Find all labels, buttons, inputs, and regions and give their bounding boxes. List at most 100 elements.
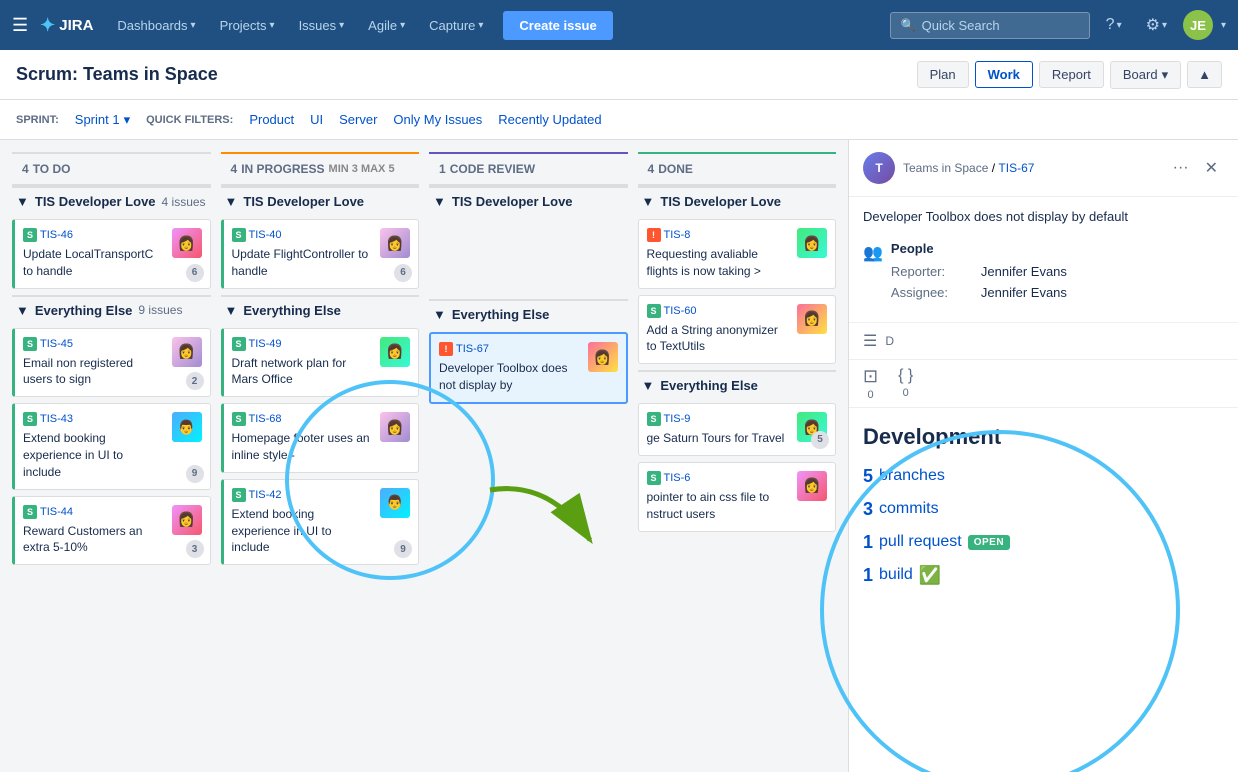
quick-search-box[interactable]: 🔍 Quick Search (890, 12, 1090, 39)
swimlane-everything-else-inprogress[interactable]: ▼ Everything Else (221, 295, 420, 324)
card-avatar: 👩 (380, 412, 410, 442)
detail-issue-title: Developer Toolbox does not display by de… (849, 197, 1238, 233)
detail-issue-id[interactable]: TIS-67 (998, 161, 1034, 175)
build-row[interactable]: 1 build ✅ (863, 565, 1224, 586)
chevron-down-icon: ▾ (191, 20, 196, 31)
card-badge: 9 (186, 465, 204, 483)
issue-type-icon: S (232, 337, 246, 351)
card-tis-60[interactable]: S TIS-60 Add a String anonymizer to Text… (638, 295, 837, 365)
card-id: S TIS-44 (23, 505, 162, 519)
issue-type-icon: S (23, 337, 37, 351)
card-avatar: 👩 (797, 304, 827, 334)
card-tis-40[interactable]: S TIS-40 Update FlightController to hand… (221, 219, 420, 289)
card-tis-6[interactable]: S TIS-6 pointer to ain css file to nstru… (638, 462, 837, 532)
issue-type-icon: S (232, 228, 246, 242)
column-done-header: 4 Done (638, 152, 837, 186)
top-navigation: ☰ ✦ JIRA Dashboards ▾ Projects ▾ Issues … (0, 0, 1238, 50)
card-title: Reward Customers an extra 5-10% (23, 523, 162, 557)
swimlane-title: Everything Else (660, 378, 758, 393)
project-title: Scrum: Teams in Space (16, 64, 218, 85)
swimlane-everything-else-header[interactable]: ▼ Everything Else 9 issues (12, 295, 211, 324)
search-icon: 🔍 (901, 18, 916, 32)
filter-recently-updated[interactable]: Recently Updated (498, 110, 601, 129)
board-view-button[interactable]: Board ▾ (1110, 61, 1181, 89)
card-tis-46[interactable]: S TIS-46 Update LocalTransportC to handl… (12, 219, 211, 289)
column-done: 4 Done ▼ TIS Developer Love ! TIS-8 (638, 152, 837, 772)
jira-logo[interactable]: ✦ JIRA (40, 15, 93, 36)
nav-dashboards[interactable]: Dashboards ▾ (109, 12, 203, 39)
card-avatar: 👨 (380, 488, 410, 518)
work-view-button[interactable]: Work (975, 61, 1033, 88)
report-view-button[interactable]: Report (1039, 61, 1104, 88)
filter-ui[interactable]: UI (310, 110, 323, 129)
chevron-down-icon: ▾ (124, 112, 131, 128)
issue-type-icon: S (647, 304, 661, 318)
plan-view-button[interactable]: Plan (917, 61, 969, 88)
swimlane-dev-love-codereview[interactable]: ▼ TIS Developer Love (429, 186, 628, 215)
card-id-text: TIS-6 (664, 472, 691, 484)
swimlane-everything-else-codereview[interactable]: ▼ Everything Else (429, 299, 628, 328)
chevron-down-icon: ▼ (16, 303, 29, 318)
nav-capture[interactable]: Capture ▾ (421, 12, 491, 39)
swimlane-dev-love-done[interactable]: ▼ TIS Developer Love (638, 186, 837, 215)
sprint-selector[interactable]: Sprint 1 ▾ (75, 112, 130, 128)
card-tis-68[interactable]: S TIS-68 Homepage footer uses an inline … (221, 403, 420, 473)
pull-request-row[interactable]: 1 pull request OPEN (863, 532, 1224, 553)
settings-button[interactable]: ⚙ ▾ (1138, 9, 1175, 41)
column-codereview: 1 Code Review ▼ TIS Developer Love ▼ Eve… (429, 152, 628, 772)
card-id-text: TIS-43 (40, 413, 73, 425)
swimlane-everything-else-done[interactable]: ▼ Everything Else (638, 370, 837, 399)
card-tis-44[interactable]: S TIS-44 Reward Customers an extra 5-10%… (12, 496, 211, 566)
commits-row[interactable]: 3 commits (863, 499, 1224, 520)
card-tis-9[interactable]: S TIS-9 ge Saturn Tours for Travel 👩 5 (638, 403, 837, 456)
avatar-caret: ▾ (1221, 20, 1226, 31)
card-tis-67[interactable]: ! TIS-67 Developer Toolbox does not disp… (429, 332, 628, 404)
card-badge: 3 (186, 540, 204, 558)
detail-section-d: D (885, 334, 894, 348)
hamburger-menu[interactable]: ☰ (12, 15, 28, 36)
filter-product[interactable]: Product (249, 110, 294, 129)
issue-type-icon: S (232, 488, 246, 502)
swimlane-title: TIS Developer Love (243, 194, 364, 209)
card-avatar: 👩 (172, 337, 202, 367)
nav-projects[interactable]: Projects ▾ (212, 12, 283, 39)
card-id-text: TIS-44 (40, 506, 73, 518)
chevron-down-icon: ▾ (400, 20, 405, 31)
logo-text: JIRA (59, 17, 93, 34)
more-actions-button[interactable]: ··· (1167, 155, 1195, 181)
card-id: S TIS-9 (647, 412, 788, 426)
board-area: 4 To Do ▼ TIS Developer Love 4 issues S … (0, 140, 1238, 772)
create-issue-button[interactable]: Create issue (503, 11, 612, 40)
card-tis-43[interactable]: S TIS-43 Extend booking experience in UI… (12, 403, 211, 489)
card-avatar: 👨 (172, 412, 202, 442)
filter-server[interactable]: Server (339, 110, 377, 129)
project-sub-header: Scrum: Teams in Space Plan Work Report B… (0, 50, 1238, 100)
branches-row[interactable]: 5 branches (863, 466, 1224, 487)
chevron-down-icon: ▾ (1162, 67, 1169, 83)
filter-only-my-issues[interactable]: Only My Issues (393, 110, 482, 129)
card-id: S TIS-45 (23, 337, 162, 351)
project-avatar: T (863, 152, 895, 184)
issue-type-icon: S (23, 412, 37, 426)
card-tis-8[interactable]: ! TIS-8 Requesting avaliable flights is … (638, 219, 837, 289)
user-avatar[interactable]: JE (1183, 10, 1213, 40)
swimlane-count: 4 issues (162, 195, 206, 209)
card-id: S TIS-6 (647, 471, 788, 485)
card-tis-49[interactable]: S TIS-49 Draft network plan for Mars Off… (221, 328, 420, 398)
card-tis-42[interactable]: S TIS-42 Extend booking experience in UI… (221, 479, 420, 565)
detail-panel-header: T Teams in Space / TIS-67 ··· ✕ (849, 140, 1238, 197)
columns-area: 4 To Do ▼ TIS Developer Love 4 issues S … (0, 140, 848, 772)
swimlane-dev-love-in-progress[interactable]: ▼ TIS Developer Love (221, 186, 420, 215)
collapse-button[interactable]: ▲ (1187, 61, 1222, 88)
card-tis-45[interactable]: S TIS-45 Email non registered users to s… (12, 328, 211, 398)
nav-issues[interactable]: Issues ▾ (291, 12, 353, 39)
swimlane-dev-love-header[interactable]: ▼ TIS Developer Love 4 issues (12, 186, 211, 215)
chevron-down-icon: ▼ (642, 378, 655, 393)
close-panel-button[interactable]: ✕ (1199, 155, 1224, 181)
column-todo-header: 4 To Do (12, 152, 211, 186)
issue-type-icon: S (23, 228, 37, 242)
help-button[interactable]: ? ▾ (1098, 10, 1130, 40)
nav-agile[interactable]: Agile ▾ (360, 12, 413, 39)
card-badge: 5 (811, 431, 829, 449)
chevron-down-icon: ▼ (433, 194, 446, 209)
